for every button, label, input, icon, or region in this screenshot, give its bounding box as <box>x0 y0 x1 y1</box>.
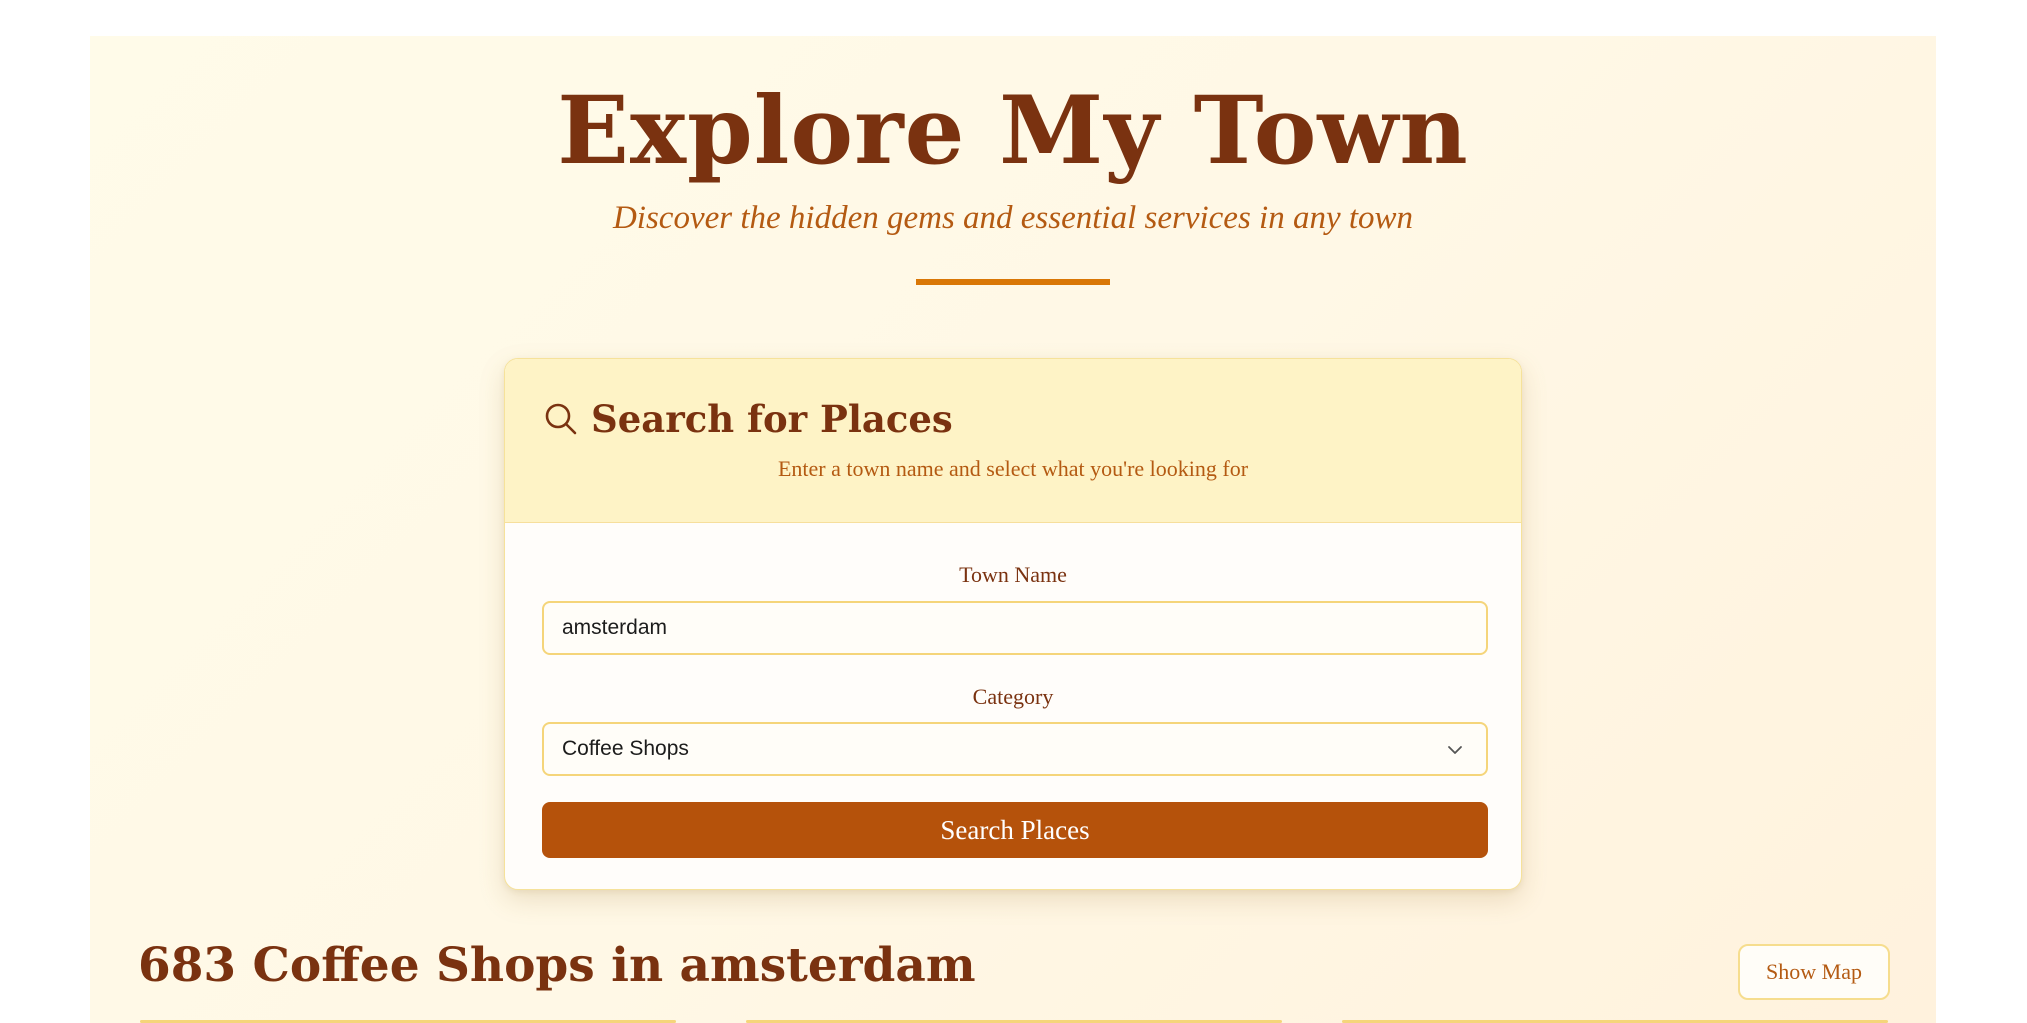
town-name-value: amsterdam <box>562 616 668 639</box>
town-name-label: Town Name <box>959 562 1067 587</box>
category-select[interactable]: Coffee Shops <box>542 722 1488 776</box>
search-card-header: Search for Places Enter a town name and … <box>505 359 1521 523</box>
search-card: Search for Places Enter a town name and … <box>504 358 1522 890</box>
search-icon <box>543 401 579 437</box>
search-card-title: Search for Places <box>591 397 953 441</box>
title-divider <box>916 279 1110 285</box>
page-subtitle: Discover the hidden gems and essential s… <box>612 200 1414 236</box>
results-heading: 683 Coffee Shops in amsterdam <box>138 938 976 993</box>
show-map-button[interactable]: Show Map <box>1738 944 1890 1000</box>
category-selected-value: Coffee Shops <box>562 737 689 760</box>
search-places-button[interactable]: Search Places <box>542 802 1488 858</box>
page-title: Explore My Town <box>557 76 1469 186</box>
town-name-input[interactable]: amsterdam <box>542 601 1488 655</box>
search-card-description: Enter a town name and select what you're… <box>777 456 1249 481</box>
chevron-down-icon <box>1446 741 1464 759</box>
search-card-title-row: Search for Places <box>543 397 953 441</box>
category-label: Category <box>972 684 1054 709</box>
page-background: Explore My Town Discover the hidden gems… <box>90 36 1936 1023</box>
